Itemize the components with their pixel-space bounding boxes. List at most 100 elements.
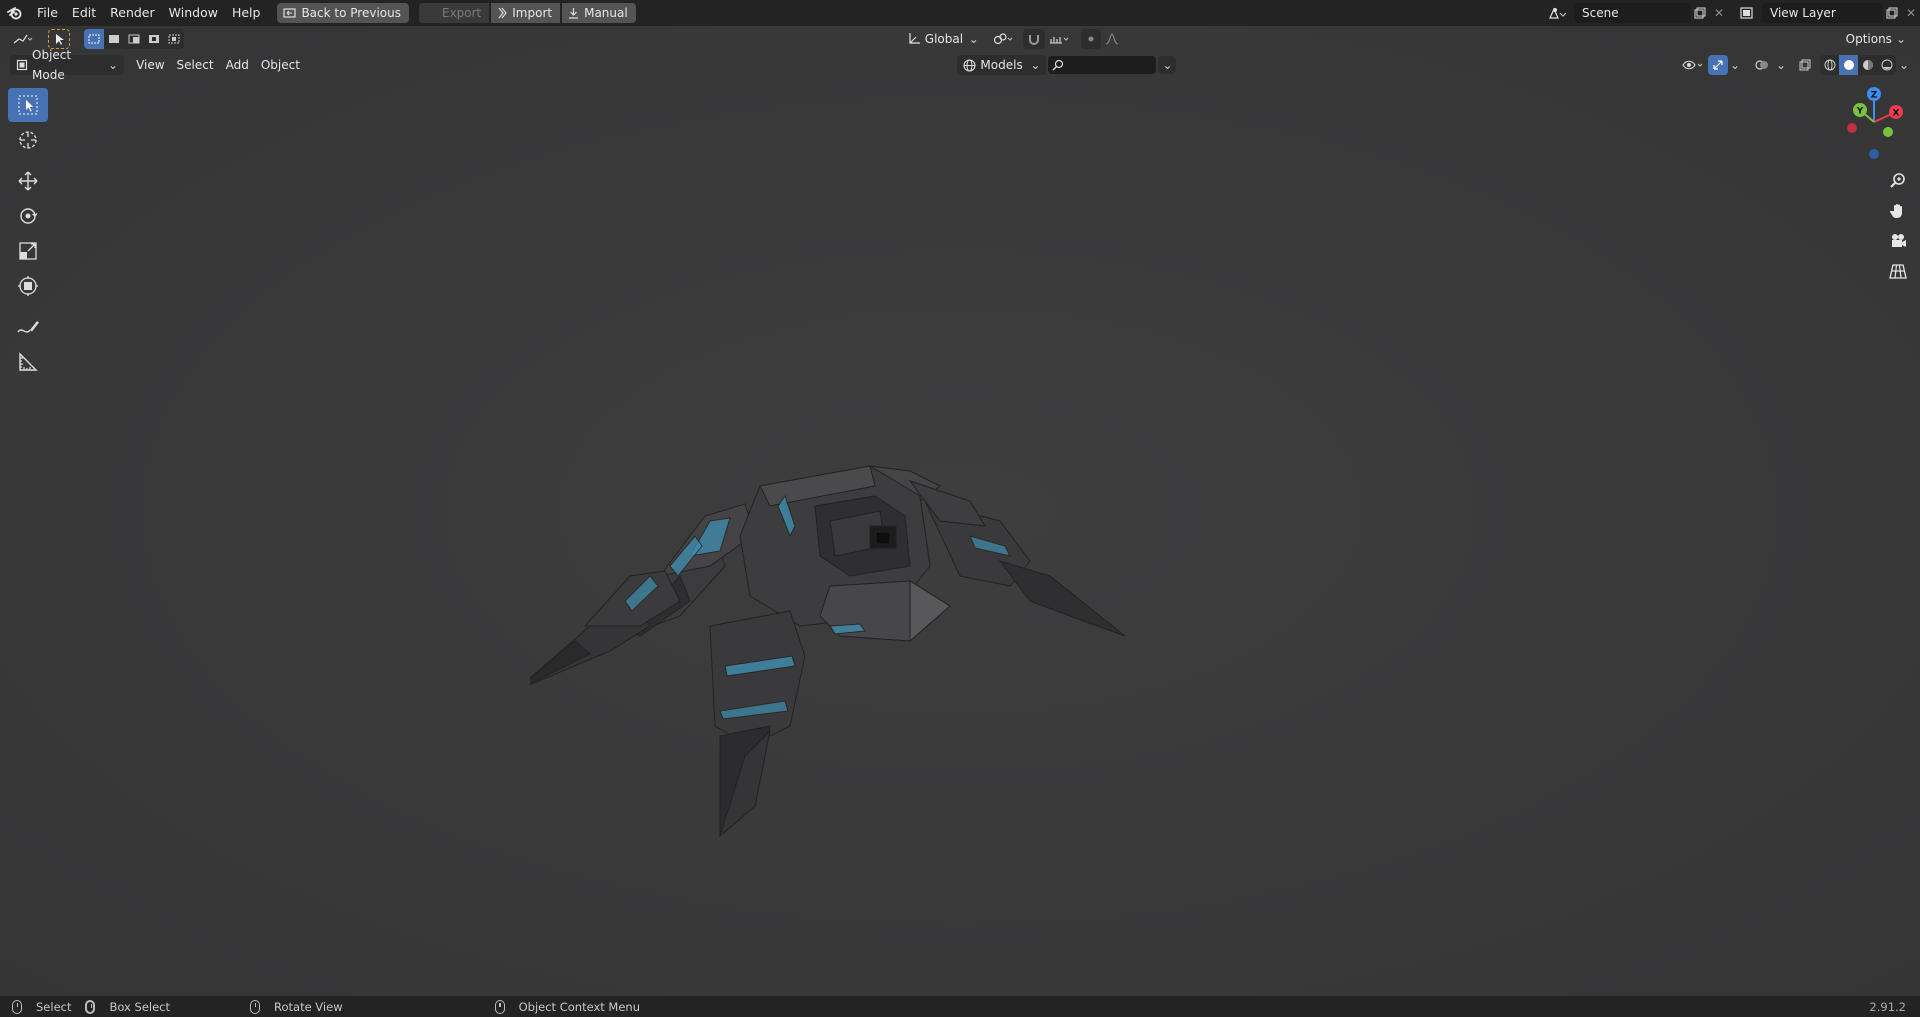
status-rotate-hint: Rotate View [250,999,343,1014]
snap-increment-icon[interactable] [1045,29,1075,49]
gizmo-dropdown-icon[interactable]: ⌄ [1728,55,1742,75]
version-label: 2.91.2 [1869,999,1906,1014]
shading-solid-icon[interactable] [1839,55,1858,75]
tool-transform[interactable] [8,269,48,303]
options-dropdown[interactable]: Options ⌄ [1840,29,1912,49]
viewport-header: Object Mode ⌄ View Select Add Object Mod… [0,48,1920,82]
transform-orientation-dropdown[interactable]: Global ⌄ [901,29,985,49]
tool-scale[interactable] [8,234,48,268]
proportional-editing-icon[interactable] [1080,29,1101,49]
falloff-curve-icon[interactable] [1101,29,1123,49]
shading-material-icon[interactable] [1858,55,1877,75]
menu-render[interactable]: Render [103,2,162,24]
view-layer-field[interactable]: View Layer [1762,3,1882,23]
filter-dropdown-icon[interactable]: ⌄ [1158,56,1177,74]
gizmo-x-label: X [1893,109,1900,119]
perspective-toggle-button[interactable] [1886,256,1910,286]
tool-cursor[interactable] [8,123,48,157]
gizmo-z-label: Z [1871,91,1878,101]
chevron-down-icon: ⌄ [968,32,979,46]
gizmo-toggle-icon[interactable] [1708,55,1728,75]
menu-edit[interactable]: Edit [65,2,103,24]
status-context-hint: Object Context Menu [494,999,640,1014]
options-label: Options [1845,32,1892,46]
menu-file[interactable]: File [30,2,65,24]
blender-logo-icon[interactable] [0,2,30,24]
menu-help[interactable]: Help [225,2,268,24]
hand-icon [1889,202,1907,220]
status-context-label: Object Context Menu [518,999,640,1014]
menu-select[interactable]: Select [171,55,220,75]
import-button[interactable]: Import [491,3,561,23]
close-icon[interactable]: ✕ [1902,6,1920,20]
search-icon [1052,59,1064,71]
scale-icon [17,240,39,262]
new-view-layer-icon[interactable] [1882,7,1902,19]
chevron-down-icon: ⌄ [1895,32,1906,46]
tool-annotate[interactable] [8,310,48,344]
scene-field[interactable]: Scene [1574,3,1690,23]
mode-intersect-selection-icon[interactable] [164,29,184,49]
menu-view[interactable]: View [130,55,170,75]
mouse-drag-icon [85,999,96,1014]
mode-label: Object Mode [32,48,72,82]
visibility-eye-icon[interactable] [1678,55,1708,75]
navigation-gizmo[interactable]: Z X Y [1836,84,1906,164]
screen-icon [283,7,297,19]
shading-wireframe-icon[interactable] [1820,55,1839,75]
pivot-point-icon[interactable] [989,29,1019,49]
status-box-select-hint: Box Select [85,999,170,1014]
search-input[interactable] [1048,56,1157,74]
new-scene-icon[interactable] [1690,7,1710,19]
3d-viewport[interactable]: Global ⌄ Options ⌄ Object Mode ⌄ View Se… [0,26,1920,996]
object-mode-icon [16,59,28,71]
gizmo-neg-z[interactable] [1869,149,1879,159]
xray-toggle-icon[interactable] [1794,55,1816,75]
menu-object[interactable]: Object [255,55,306,75]
scene-icon[interactable] [1542,6,1574,20]
menu-window[interactable]: Window [162,2,225,24]
top-menu-bar: File Edit Render Window Help Back to Pre… [0,0,1920,26]
status-rotate-label: Rotate View [274,999,343,1014]
tool-measure[interactable] [8,345,48,379]
status-box-select-label: Box Select [109,999,170,1014]
tool-select-box[interactable] [8,88,48,122]
pan-button[interactable] [1886,196,1910,226]
editor-type-icon[interactable] [8,33,38,45]
mode-extend-selection-icon[interactable] [104,29,124,49]
mode-subtract-selection-icon[interactable] [124,29,144,49]
status-select-label: Select [36,999,72,1014]
import-label: Import [512,6,553,20]
view-layer-icon[interactable] [1736,7,1762,19]
overlays-icon[interactable] [1750,55,1774,75]
cursor-icon [17,129,39,151]
gizmo-neg-y[interactable] [1883,127,1893,137]
tool-rotate[interactable] [8,199,48,233]
manual-button[interactable]: Manual [562,3,636,23]
mode-dropdown[interactable]: Object Mode ⌄ [10,48,125,82]
gizmo-neg-x[interactable] [1847,123,1857,133]
spaceship-model[interactable] [530,426,1130,846]
collection-dropdown[interactable]: Models ⌄ [957,55,1047,75]
rotate-icon [17,205,39,227]
annotate-pencil-icon [16,316,40,338]
gizmo-y-label: Y [1856,107,1864,117]
status-select-hint: Select [12,999,72,1014]
mouse-right-icon [494,999,505,1014]
tool-settings-header: Global ⌄ Options ⌄ [0,26,1920,52]
select-box-icon [17,94,39,116]
shading-rendered-icon[interactable] [1877,55,1896,75]
chevron-down-icon: ⌄ [108,58,119,72]
export-button[interactable]: Export [418,3,490,23]
overlays-dropdown-icon[interactable]: ⌄ [1774,55,1788,75]
zoom-button[interactable] [1886,166,1910,196]
menu-add[interactable]: Add [220,55,255,75]
back-to-previous-button[interactable]: Back to Previous [277,3,409,23]
close-icon[interactable]: ✕ [1710,6,1728,20]
tool-move[interactable] [8,164,48,198]
shading-dropdown-icon[interactable]: ⌄ [1896,55,1912,75]
camera-view-button[interactable] [1886,226,1910,256]
chevron-down-icon: ⌄ [1030,58,1041,72]
snap-toggle-icon[interactable] [1022,29,1045,49]
mode-invert-selection-icon[interactable] [144,29,164,49]
